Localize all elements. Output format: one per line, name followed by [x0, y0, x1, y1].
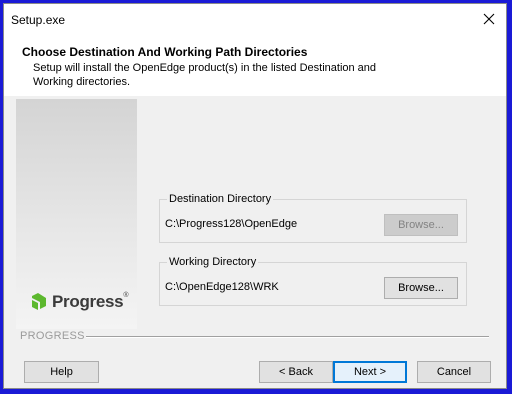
page-subtitle: Setup will install the OpenEdge product(…	[33, 62, 377, 88]
progress-logo-icon	[32, 293, 46, 310]
side-banner: Progress®	[16, 99, 137, 329]
destination-directory-label: Destination Directory	[167, 193, 274, 205]
progress-logo: Progress®	[30, 292, 128, 312]
destination-directory-path: C:\Progress128\OpenEdge	[165, 218, 298, 230]
destination-browse-button[interactable]: Browse...	[384, 214, 458, 236]
setup-window: Setup.exe Choose Destination And Working…	[3, 3, 507, 389]
logo-wordmark: Progress	[52, 292, 124, 311]
logo-registered-mark: ®	[123, 292, 129, 299]
title-bar[interactable]: Setup.exe	[4, 4, 506, 34]
close-button[interactable]	[472, 4, 506, 34]
working-directory-group: Working Directory C:\OpenEdge128\WRK Bro…	[159, 256, 467, 306]
next-button[interactable]: Next >	[333, 361, 407, 383]
cancel-button[interactable]: Cancel	[417, 361, 491, 383]
back-button[interactable]: < Back	[259, 361, 333, 383]
working-directory-label: Working Directory	[167, 256, 259, 268]
destination-directory-group: Destination Directory C:\Progress128\Ope…	[159, 193, 467, 243]
working-directory-path: C:\OpenEdge128\WRK	[165, 281, 279, 293]
window-title: Setup.exe	[11, 13, 66, 27]
logo-text: Progress®	[52, 292, 128, 312]
close-icon	[483, 13, 495, 25]
wizard-header: Choose Destination And Working Path Dire…	[4, 34, 506, 96]
help-button[interactable]: Help	[24, 361, 99, 383]
working-browse-button[interactable]: Browse...	[384, 277, 458, 299]
page-title: Choose Destination And Working Path Dire…	[22, 45, 308, 59]
separator-label: PROGRESS	[20, 330, 85, 342]
separator-line	[86, 336, 489, 338]
